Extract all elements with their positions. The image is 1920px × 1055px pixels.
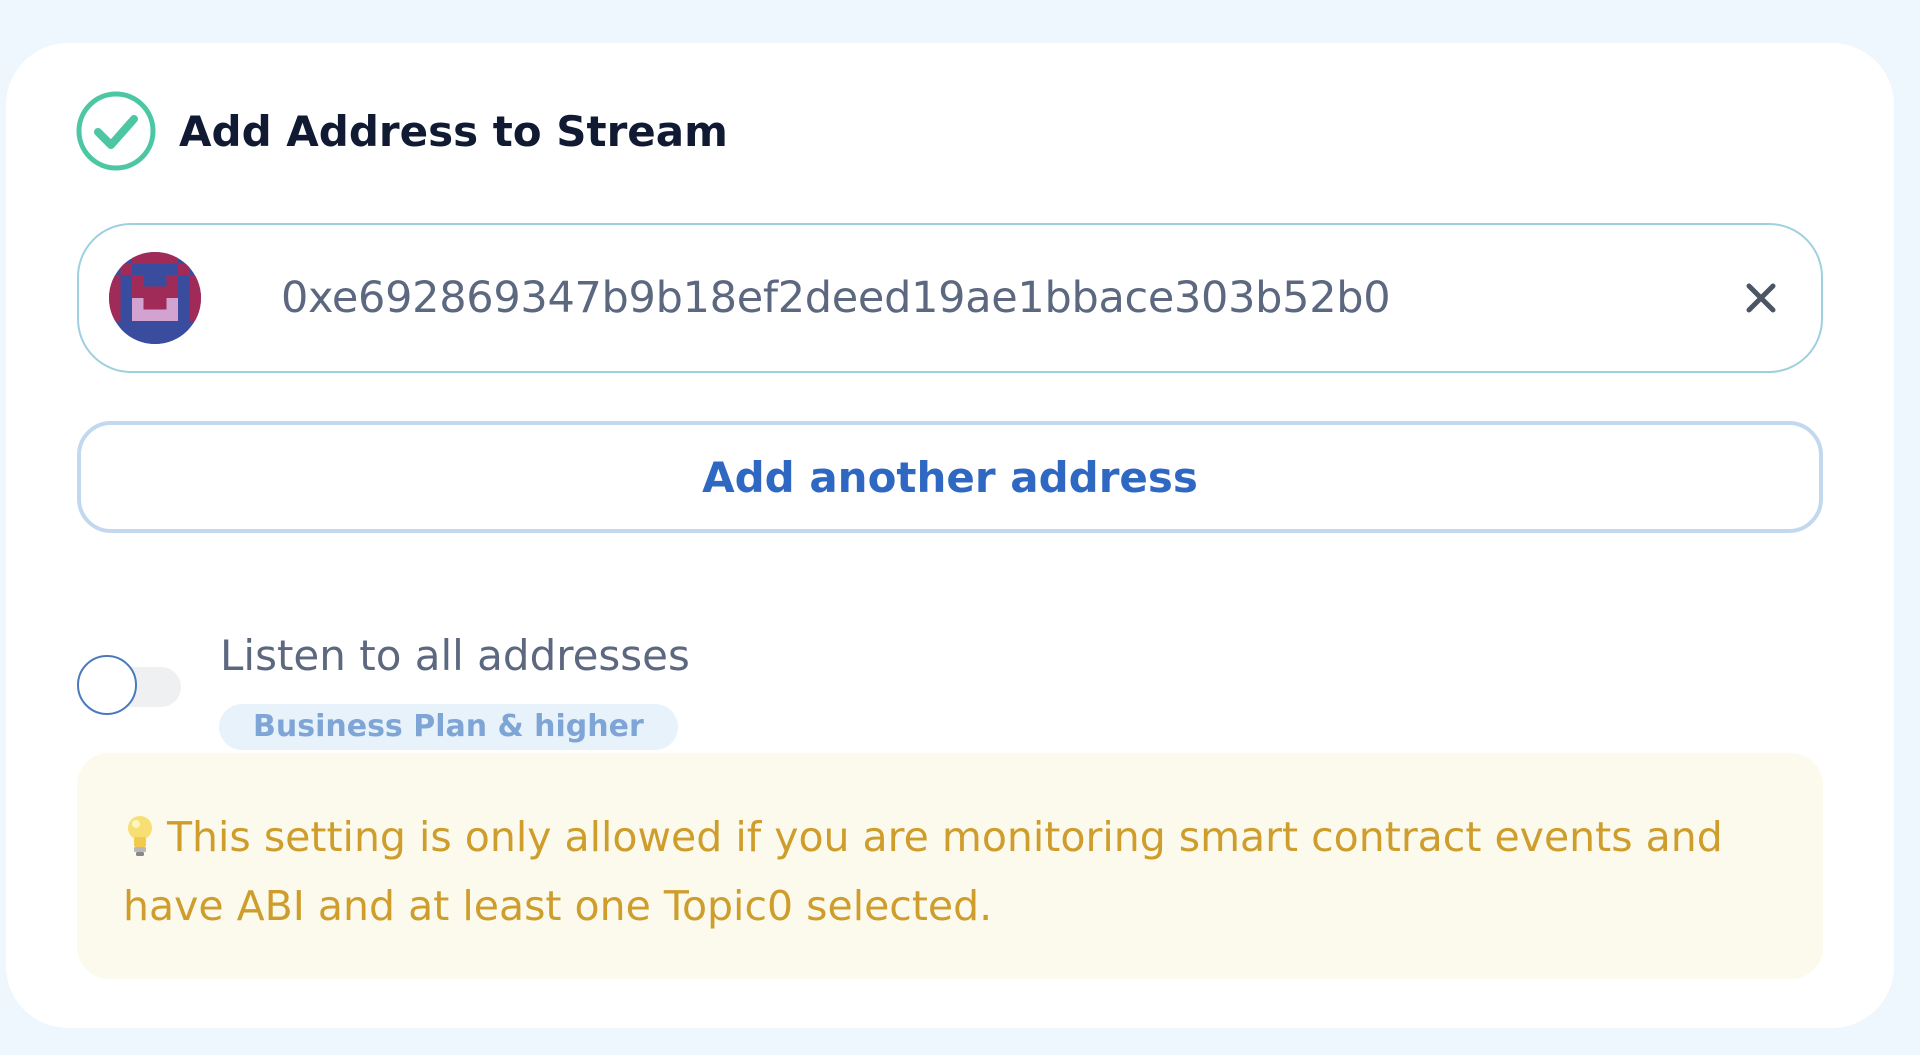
add-another-address-button[interactable]: Add another address	[77, 421, 1823, 533]
close-icon	[1746, 283, 1776, 313]
stream-address-card: Add Address to Stream 0xe692869347b9b18e…	[6, 43, 1894, 1028]
address-value[interactable]: 0xe692869347b9b18ef2deed19ae1bbace303b52…	[281, 273, 1737, 323]
page-title: Add Address to Stream	[179, 106, 728, 156]
notice-box: This setting is only allowed if you are …	[77, 753, 1823, 979]
section-header: Add Address to Stream	[76, 91, 728, 171]
plan-badge: Business Plan & higher	[219, 704, 678, 750]
listen-all-addresses-toggle[interactable]	[77, 653, 189, 719]
lightbulb-icon	[128, 816, 152, 856]
toggle-knob	[77, 655, 137, 715]
notice-text: This setting is only allowed if you are …	[123, 813, 1723, 930]
address-field[interactable]: 0xe692869347b9b18ef2deed19ae1bbace303b52…	[77, 223, 1823, 373]
listen-all-label: Listen to all addresses	[220, 631, 690, 680]
check-circle-icon	[76, 91, 156, 171]
identicon-avatar	[109, 252, 201, 344]
clear-address-button[interactable]	[1737, 274, 1785, 322]
